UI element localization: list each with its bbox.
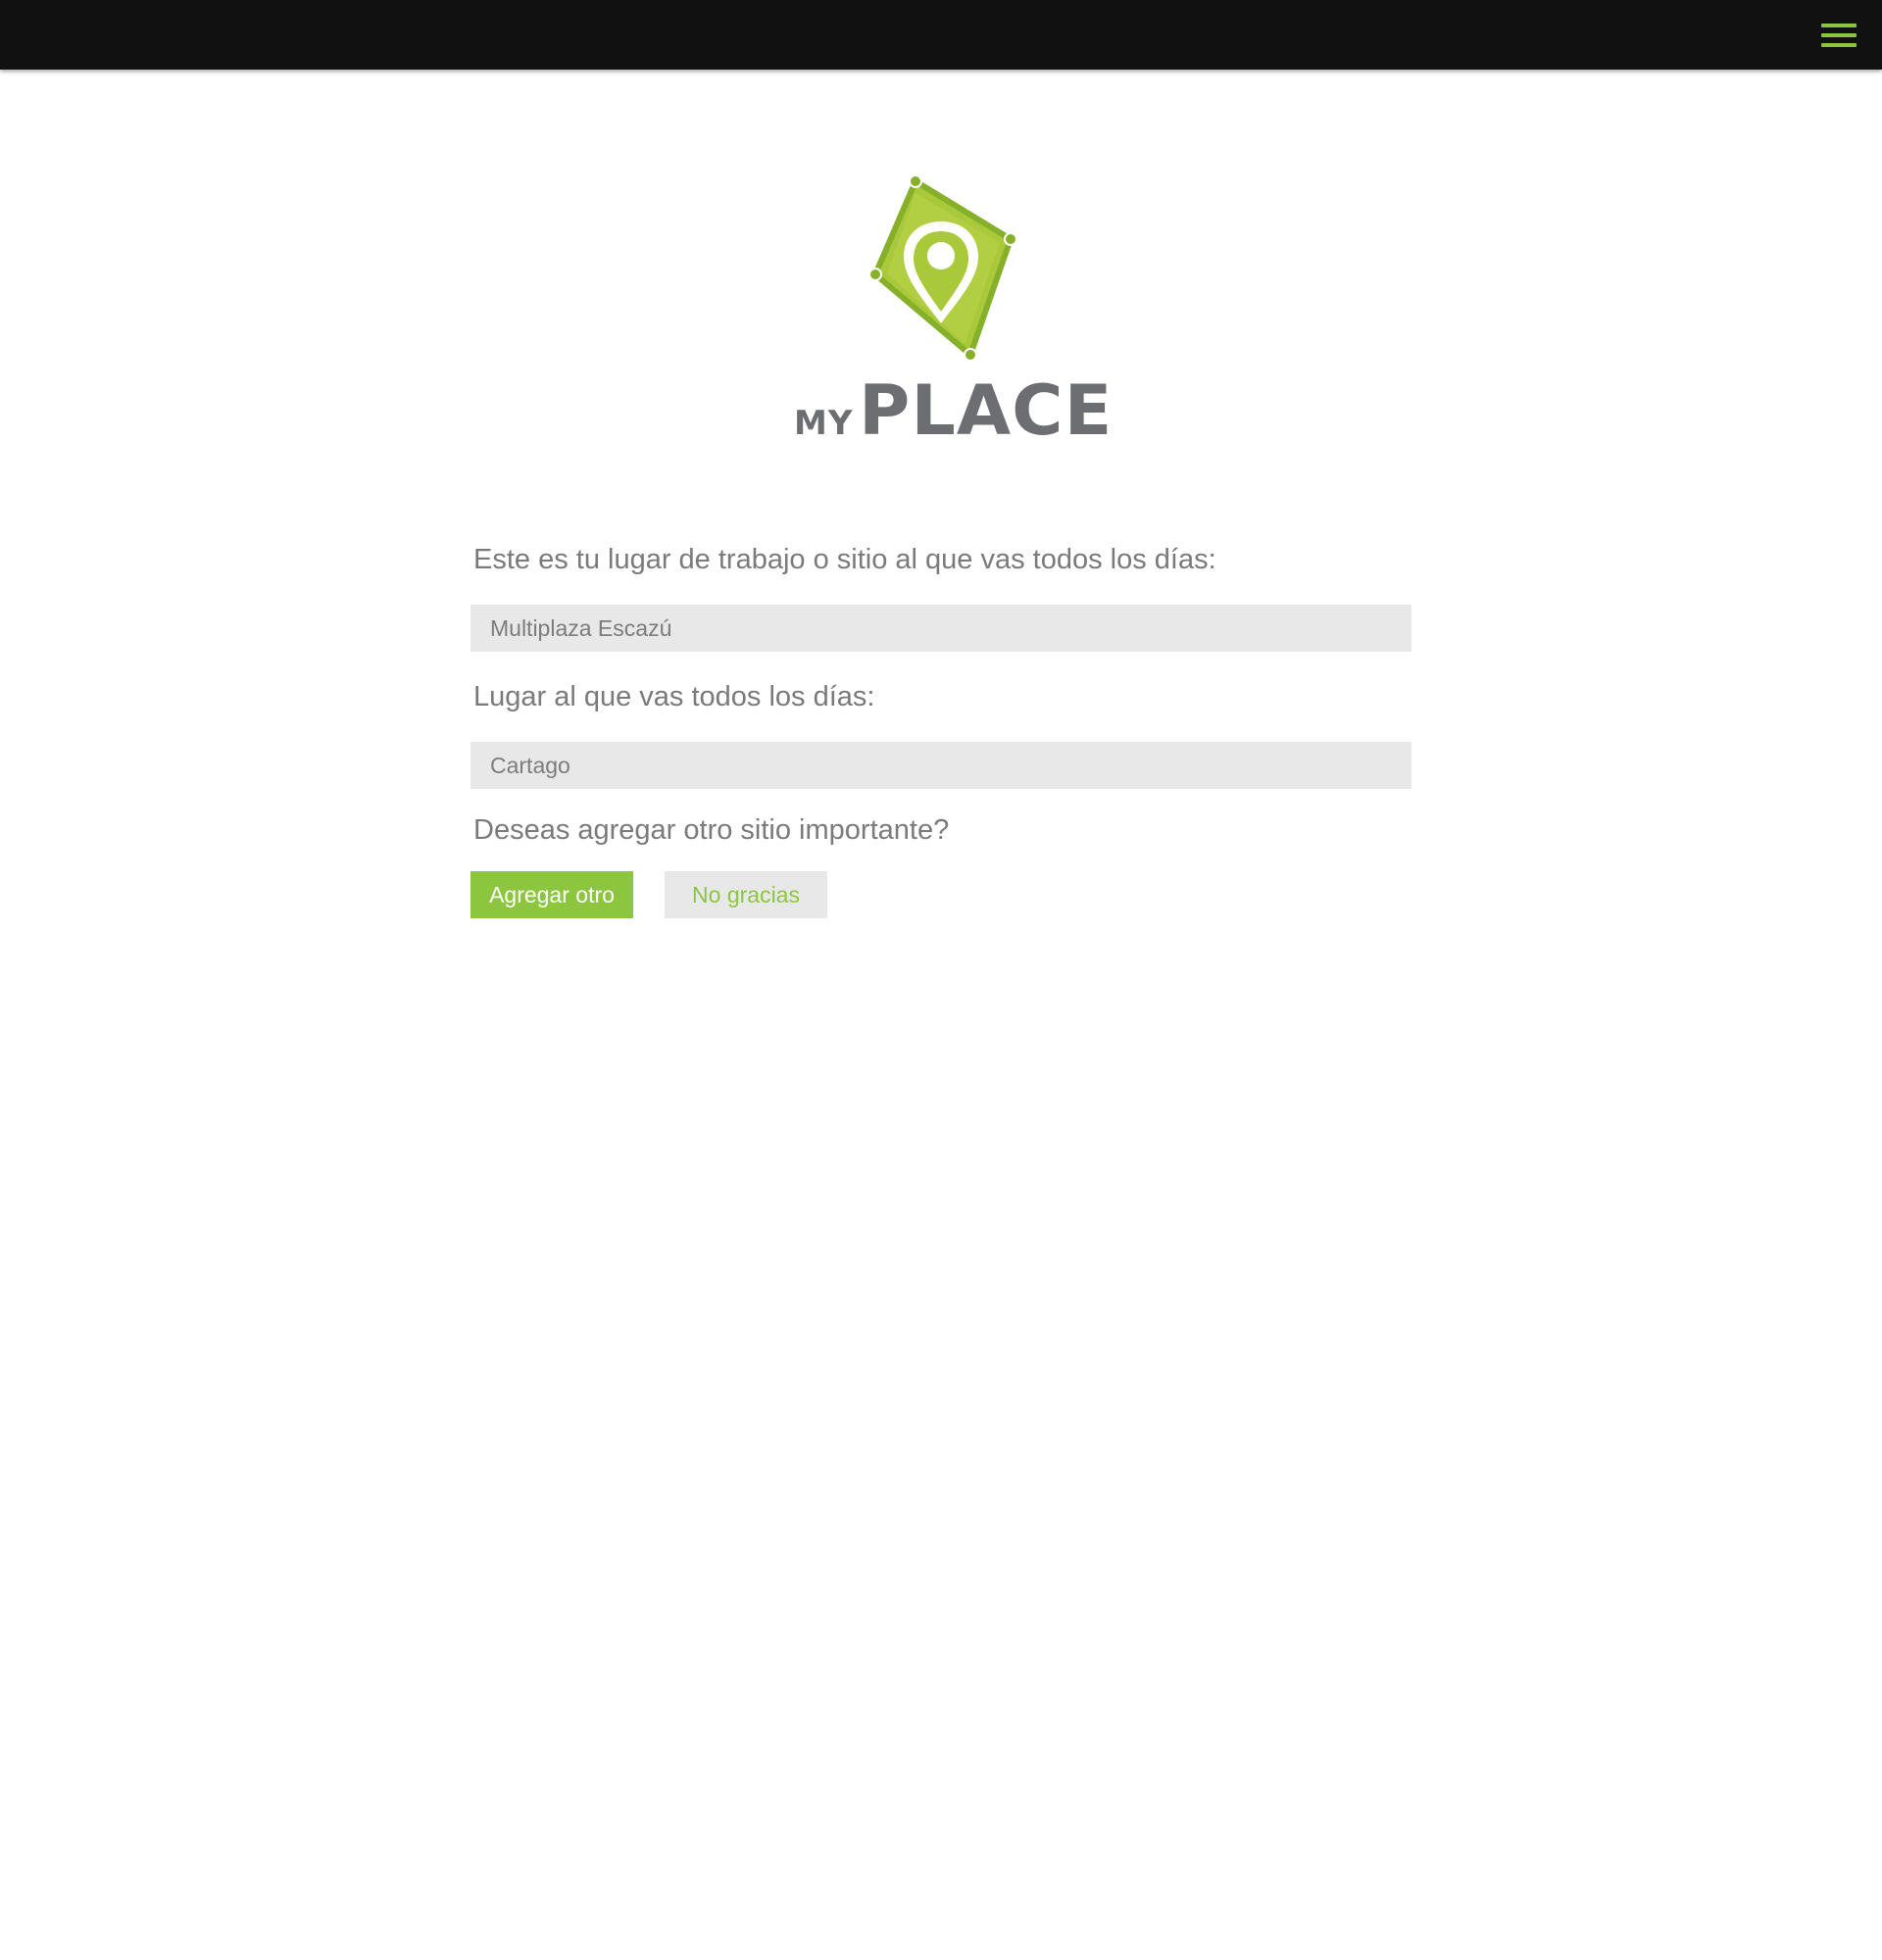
menu-line [1821, 33, 1857, 37]
no-thanks-button[interactable]: No gracias [665, 871, 827, 918]
add-place-question: Deseas agregar otro sitio importante? [473, 814, 950, 846]
logo-word-place: PLACE [859, 370, 1114, 451]
top-navigation-bar [0, 0, 1882, 70]
logo-word-my: MY [794, 404, 854, 443]
menu-line [1821, 24, 1857, 27]
menu-line [1821, 43, 1857, 47]
action-buttons: Agregar otro No gracias [470, 871, 1412, 918]
logo-wordmark: MYPLACE [794, 370, 1113, 451]
myplace-logo: MYPLACE [794, 174, 1113, 451]
hamburger-menu-icon[interactable] [1821, 22, 1857, 49]
places-form: Este es tu lugar de trabajo o sitio al q… [470, 534, 1412, 918]
add-another-button[interactable]: Agregar otro [470, 871, 633, 918]
map-pin-diamond-icon [868, 174, 1017, 361]
daily-place-question: Lugar al que vas todos los días: [473, 681, 875, 712]
daily-place-field[interactable] [470, 742, 1412, 789]
workplace-field[interactable] [470, 605, 1412, 652]
workplace-question: Este es tu lugar de trabajo o sitio al q… [473, 544, 1216, 575]
